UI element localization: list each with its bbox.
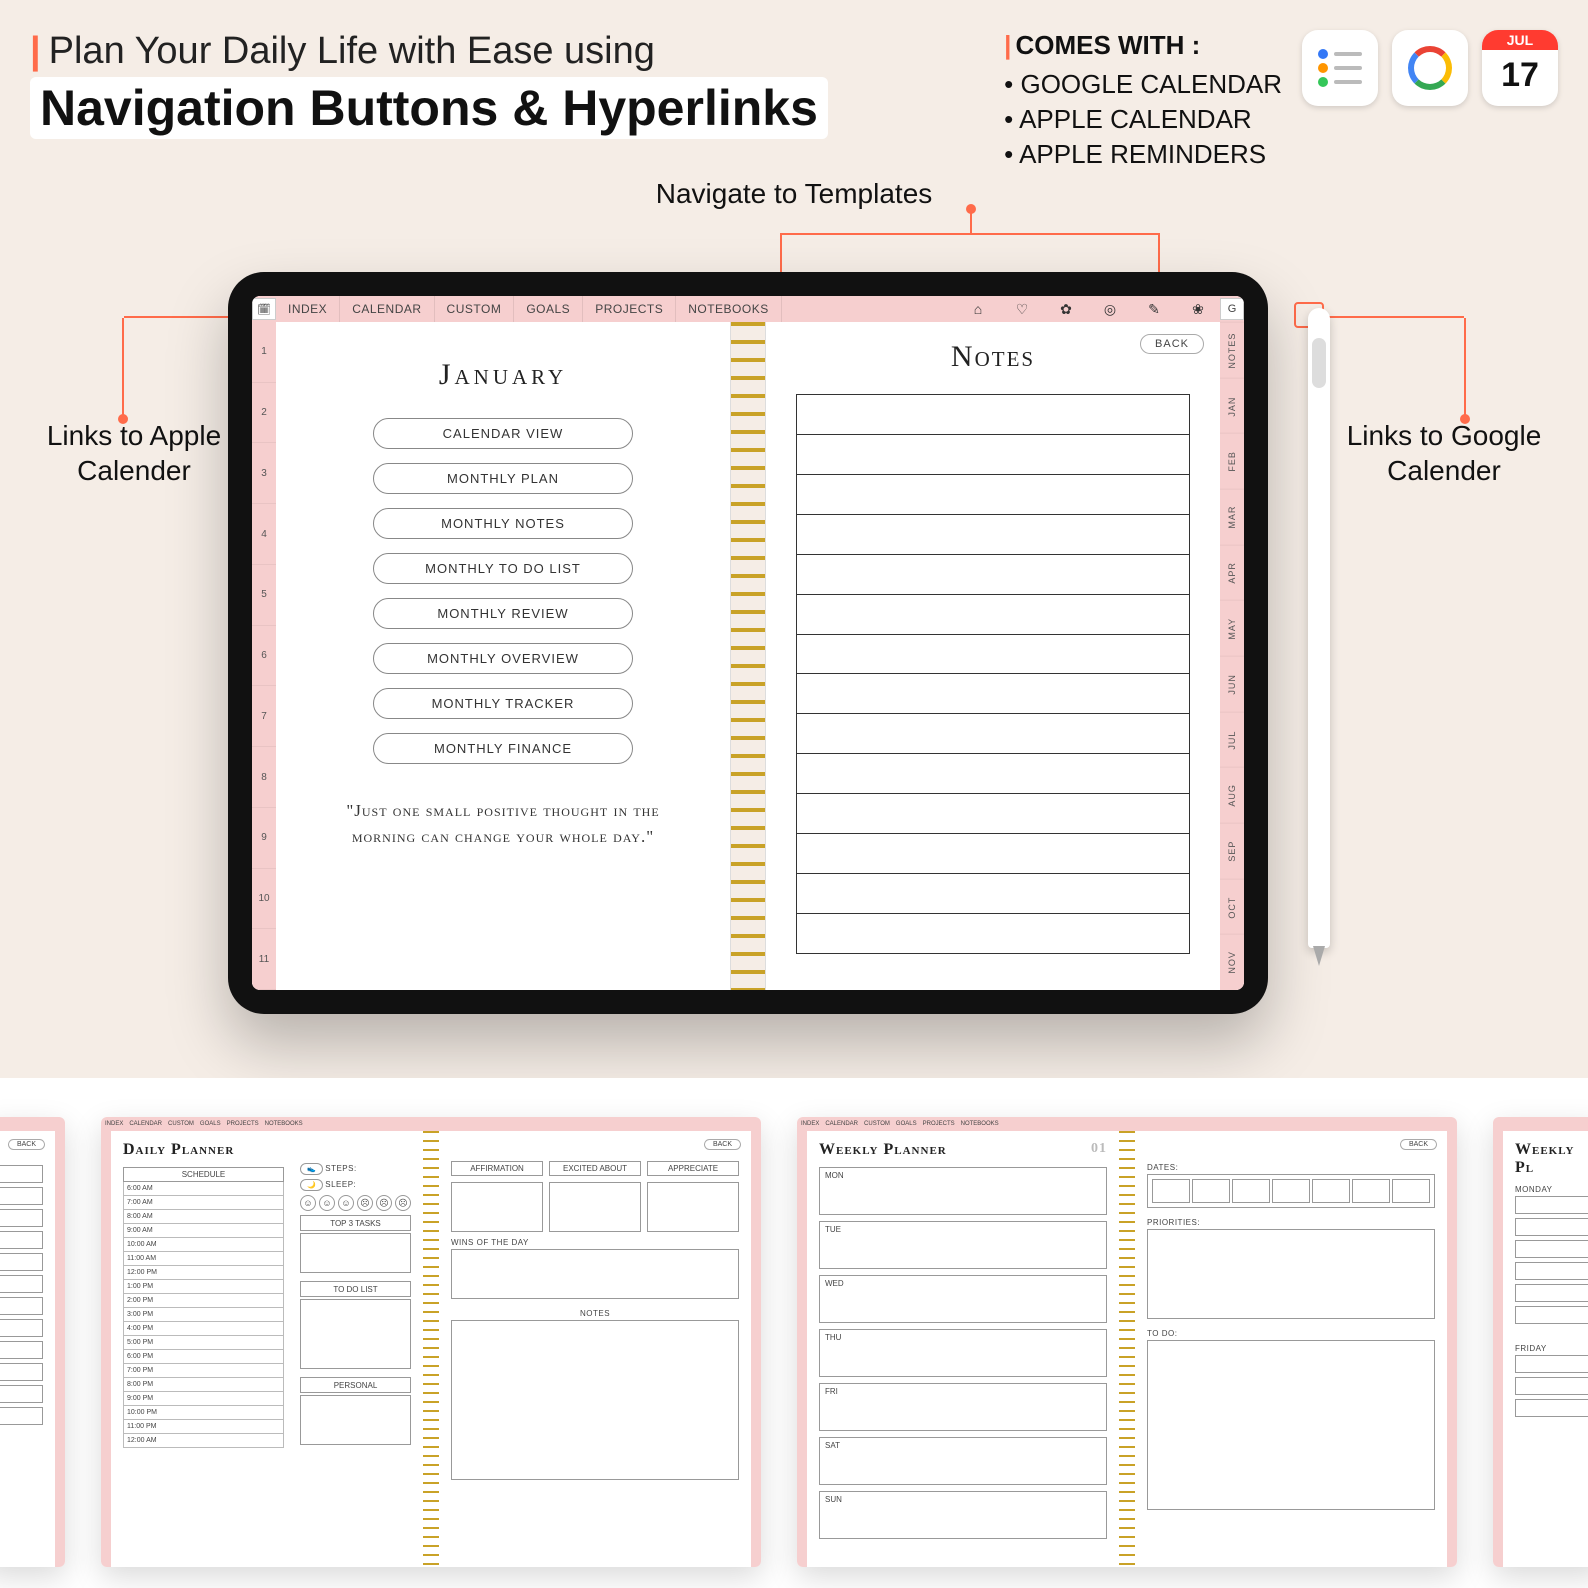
promo-title: |Plan Your Daily Life with Ease using Na… [30,30,828,139]
template-health-icon[interactable]: ♡ [1000,301,1044,318]
callout-line [1324,316,1464,318]
back-button[interactable]: BACK [8,1139,45,1150]
thumbnail-daily-planner[interactable]: INDEXCALENDAR CUSTOMGOALS PROJECTSNOTEBO… [101,1117,761,1567]
weekly2-title: Weekly Pl [1515,1141,1588,1177]
thumbnail-weekly-planner[interactable]: INDEXCALENDAR CUSTOMGOALS PROJECTSNOTEBO… [797,1117,1457,1567]
template-study-icon[interactable]: ✎ [1132,301,1176,318]
month-title: January [306,358,700,392]
daily-title: Daily Planner [123,1141,284,1159]
planner-topbar: 🗓 INDEX CALENDAR CUSTOM GOALS PROJECTS N… [252,296,1244,322]
comes-with-heading: |COMES WITH : [1004,30,1282,61]
template-wellness-icon[interactable]: ✿ [1044,301,1088,318]
ipad-frame: 🗓 INDEX CALENDAR CUSTOM GOALS PROJECTS N… [228,272,1268,1014]
google-calendar-link-icon[interactable]: G [1220,298,1244,320]
annotation-apple-link: Links to Apple Calender [34,418,234,488]
callout-bracket [780,233,1160,235]
apple-reminders-icon [1302,30,1378,106]
quote-text: "Just one small positive thought in the … [306,798,700,849]
nav-monthly-overview[interactable]: MONTHLY OVERVIEW [373,643,633,674]
template-finance-icon[interactable]: ⌂ [956,301,1000,317]
comes-with-item: APPLE REMINDERS [1004,137,1282,172]
callout-line [970,210,972,233]
annotation-templates: Navigate to Templates [594,176,994,211]
notes-lines[interactable] [796,394,1190,954]
title-line-2: Navigation Buttons & Hyperlinks [30,77,828,139]
google-calendar-icon [1392,30,1468,106]
tab-index[interactable]: INDEX [276,296,340,322]
title-line-1: |Plan Your Daily Life with Ease using [30,30,828,73]
nav-monthly-review[interactable]: MONTHLY REVIEW [373,598,633,629]
notes-title: Notes [796,340,1190,374]
stylus-pen [1308,308,1330,948]
nav-calendar-view[interactable]: CALENDAR VIEW [373,418,633,449]
back-button[interactable]: BACK [1400,1139,1437,1150]
left-page: January CALENDAR VIEW MONTHLY PLAN MONTH… [276,322,730,990]
comes-with-item: APPLE CALENDAR [1004,102,1282,137]
nav-monthly-notes[interactable]: MONTHLY NOTES [373,508,633,539]
tab-custom[interactable]: CUSTOM [435,296,515,322]
nav-monthly-finance[interactable]: MONTHLY FINANCE [373,733,633,764]
spiral-binding [730,322,766,990]
back-button[interactable]: BACK [1140,334,1204,354]
nav-monthly-plan[interactable]: MONTHLY PLAN [373,463,633,494]
comes-with-item: GOOGLE CALENDAR [1004,67,1282,102]
right-page: BACK Notes [766,322,1220,990]
left-number-tabs[interactable]: 1 2 3 4 5 6 7 8 9 10 11 [252,322,276,990]
apple-calendar-icon: JUL 17 [1482,30,1558,106]
template-flower-icon[interactable]: ❀ [1176,301,1220,318]
apple-calendar-link-icon[interactable]: 🗓 [252,298,276,320]
nav-monthly-todo[interactable]: MONTHLY TO DO LIST [373,553,633,584]
back-button[interactable]: BACK [704,1139,741,1150]
right-month-tabs[interactable]: NOTES JAN FEB MAR APR MAY JUN JUL AUG SE… [1220,322,1244,990]
tab-goals[interactable]: GOALS [514,296,583,322]
tab-notebooks[interactable]: NOTEBOOKS [676,296,782,322]
thumbnail-partial: Weekly Pl MONDAY FRIDAY [1493,1117,1588,1567]
weekly-title: Weekly Planner 01 [819,1141,1107,1159]
tab-projects[interactable]: PROJECTS [583,296,676,322]
comes-with-block: |COMES WITH : GOOGLE CALENDAR APPLE CALE… [1004,30,1558,172]
tab-calendar[interactable]: CALENDAR [340,296,434,322]
annotation-google-link: Links to Google Calender [1334,418,1554,488]
thumbnail-strip: BACK INDEXCALENDAR CUSTOMGOALS PROJECTSN… [0,1078,1588,1588]
nav-monthly-tracker[interactable]: MONTHLY TRACKER [373,688,633,719]
template-target-icon[interactable]: ◎ [1088,301,1132,318]
thumbnail-partial: BACK [0,1117,65,1567]
